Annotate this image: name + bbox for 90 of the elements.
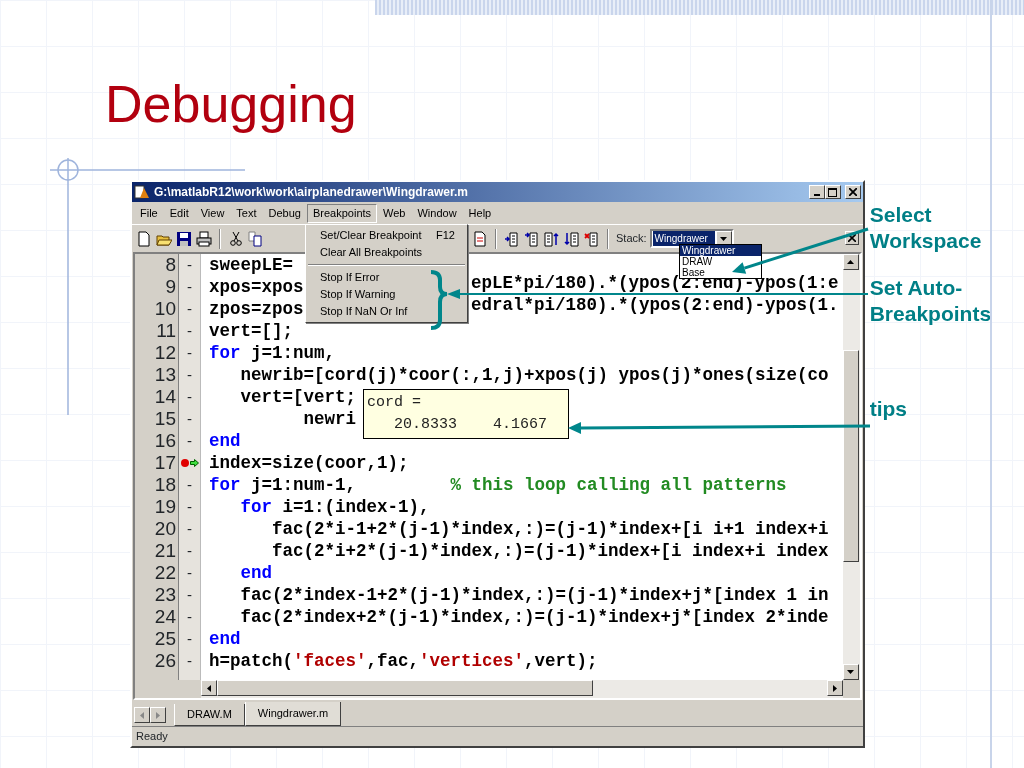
code-text: zpos=zpos	[209, 302, 304, 316]
menu-item[interactable]: Text	[230, 203, 263, 223]
menu-item[interactable]: Window	[411, 203, 463, 223]
breakpoint-dash[interactable]: -	[187, 365, 192, 385]
menu-item[interactable]: View	[194, 203, 231, 223]
status-text: Ready	[136, 729, 168, 745]
breakpoint-dash[interactable]: -	[187, 497, 192, 517]
line-number: 11	[156, 321, 176, 341]
menu-item[interactable]: File	[134, 203, 164, 223]
line-number: 20	[154, 519, 176, 539]
breakpoint-dash[interactable]: -	[187, 255, 192, 275]
menu-item[interactable]: Web	[377, 203, 412, 223]
code-text: end	[239, 566, 272, 580]
breakpoint-dash[interactable]: -	[187, 607, 192, 627]
list-option[interactable]: DRAW	[680, 256, 715, 267]
code-text: fac(2*i-1+2*(j-1)*index,:)=(j-1)*index+[i i+1 index+i	[271, 522, 829, 536]
code-comment: % this loop calling all patterns	[450, 478, 787, 492]
breakpoint-dash[interactable]: -	[187, 519, 192, 539]
code-text: fac(2*index+2*(j-1)*index,:)=(j-1)*index+j*[index 2*inde	[239, 610, 829, 624]
code-text: 'vertices'	[419, 654, 525, 668]
code-text: vert=[];	[209, 324, 293, 338]
file-tab[interactable]: Wingdrawer.m	[244, 702, 342, 726]
code-text: 'faces'	[293, 654, 367, 668]
menu-item[interactable]: Set/Clear Breakpoint F12	[306, 227, 467, 244]
breakpoint-dash[interactable]: -	[187, 475, 192, 495]
code-text: edral*pi/180).*(ypos(2:end)-ypos(1.	[471, 298, 839, 312]
breakpoint-dash[interactable]: -	[187, 585, 192, 605]
code-text: xpos=xpos	[209, 280, 304, 294]
breakpoint-dash[interactable]: -	[187, 409, 192, 429]
code-text: end	[209, 434, 241, 448]
menu-item[interactable]: Stop If NaN Or Inf	[306, 303, 467, 320]
line-number: 17	[154, 453, 176, 473]
breakpoint-dash[interactable]: -	[187, 431, 192, 451]
line-number: 9	[165, 277, 176, 297]
stack-label: Stack:	[616, 231, 647, 247]
line-number: 16	[154, 431, 176, 451]
breakpoint-dash[interactable]: -	[187, 563, 192, 583]
code-text: i=1:(index-1),	[281, 500, 430, 514]
menu-item[interactable]: Help	[462, 203, 498, 223]
code-text: for	[239, 500, 272, 514]
code-text: j=1:num-1,	[250, 478, 358, 492]
line-number: 14	[154, 387, 176, 407]
code-text: j=1:num,	[250, 346, 336, 360]
line-number: 24	[154, 607, 176, 627]
line-number: 21	[154, 541, 176, 561]
menu-item[interactable]: Debug	[262, 203, 307, 223]
code-text: end	[209, 632, 241, 646]
menu-item[interactable]: Clear All Breakpoints	[306, 244, 467, 261]
breakpoint-dash[interactable]: -	[187, 343, 192, 363]
code-text: newri	[302, 412, 357, 426]
code-text: for	[209, 346, 241, 360]
code-text: index=size(coor,1);	[209, 456, 409, 470]
line-number: 10	[154, 299, 176, 319]
list-option[interactable]: Wingdrawer	[680, 245, 761, 256]
breakpoint-dash[interactable]: -	[187, 321, 192, 341]
breakpoint-dash[interactable]: -	[187, 541, 192, 561]
breakpoint-dash[interactable]: -	[187, 629, 192, 649]
menu-item[interactable]: Edit	[163, 203, 195, 223]
breakpoint-dash[interactable]: -	[187, 651, 192, 671]
line-number: 15	[154, 409, 176, 429]
line-number: 26	[154, 651, 176, 671]
line-number: 22	[154, 563, 176, 583]
annotation-label: Select Workspace	[869, 202, 983, 254]
annotation-label: Set Auto-Breakpoints	[869, 275, 993, 327]
line-number: 12	[154, 343, 176, 363]
code-text: fac(2*index-1+2*(j-1)*index,:)=(j-1)*index+j*[index 1 in	[239, 588, 829, 602]
menu-item[interactable]: Breakpoints	[306, 203, 378, 223]
code-text: ,fac,	[366, 654, 420, 668]
line-number: 13	[154, 365, 176, 385]
line-number: 19	[154, 497, 176, 517]
code-text: h=patch(	[209, 654, 293, 668]
code-text: for	[209, 478, 241, 492]
annotation-label: tips	[869, 396, 909, 422]
datatip: cord = 20.8333 4.1667	[363, 389, 569, 439]
window-title: G:\matlabR12\work\work\airplanedrawer\Wingdrawer.m	[154, 184, 468, 201]
code-text: fac(2*i+2*(j-1)*index,:)=(j-1)*index+[i index+i index	[271, 544, 829, 558]
breakpoint-dash[interactable]: -	[187, 387, 192, 407]
menu-item[interactable]: Stop If Error	[306, 269, 467, 286]
line-number: 25	[154, 629, 176, 649]
breakpoint-dash[interactable]: -	[187, 277, 192, 297]
code-text: ,vert);	[524, 654, 598, 668]
file-tab[interactable]: DRAW.M	[174, 704, 245, 726]
code-text: newrib=[cord(j)*coor(:,1,j)+xpos(j) ypos(j)*ones(size(co	[239, 368, 829, 382]
code-text: vert=[vert;	[239, 390, 357, 404]
breakpoint-dash[interactable]: -	[187, 299, 192, 319]
line-number: 23	[154, 585, 176, 605]
menu-item[interactable]: Stop If Warning	[306, 286, 467, 303]
line-number: 18	[154, 475, 176, 495]
line-number: 8	[165, 255, 176, 275]
code-text: sweepLE=	[209, 258, 293, 272]
